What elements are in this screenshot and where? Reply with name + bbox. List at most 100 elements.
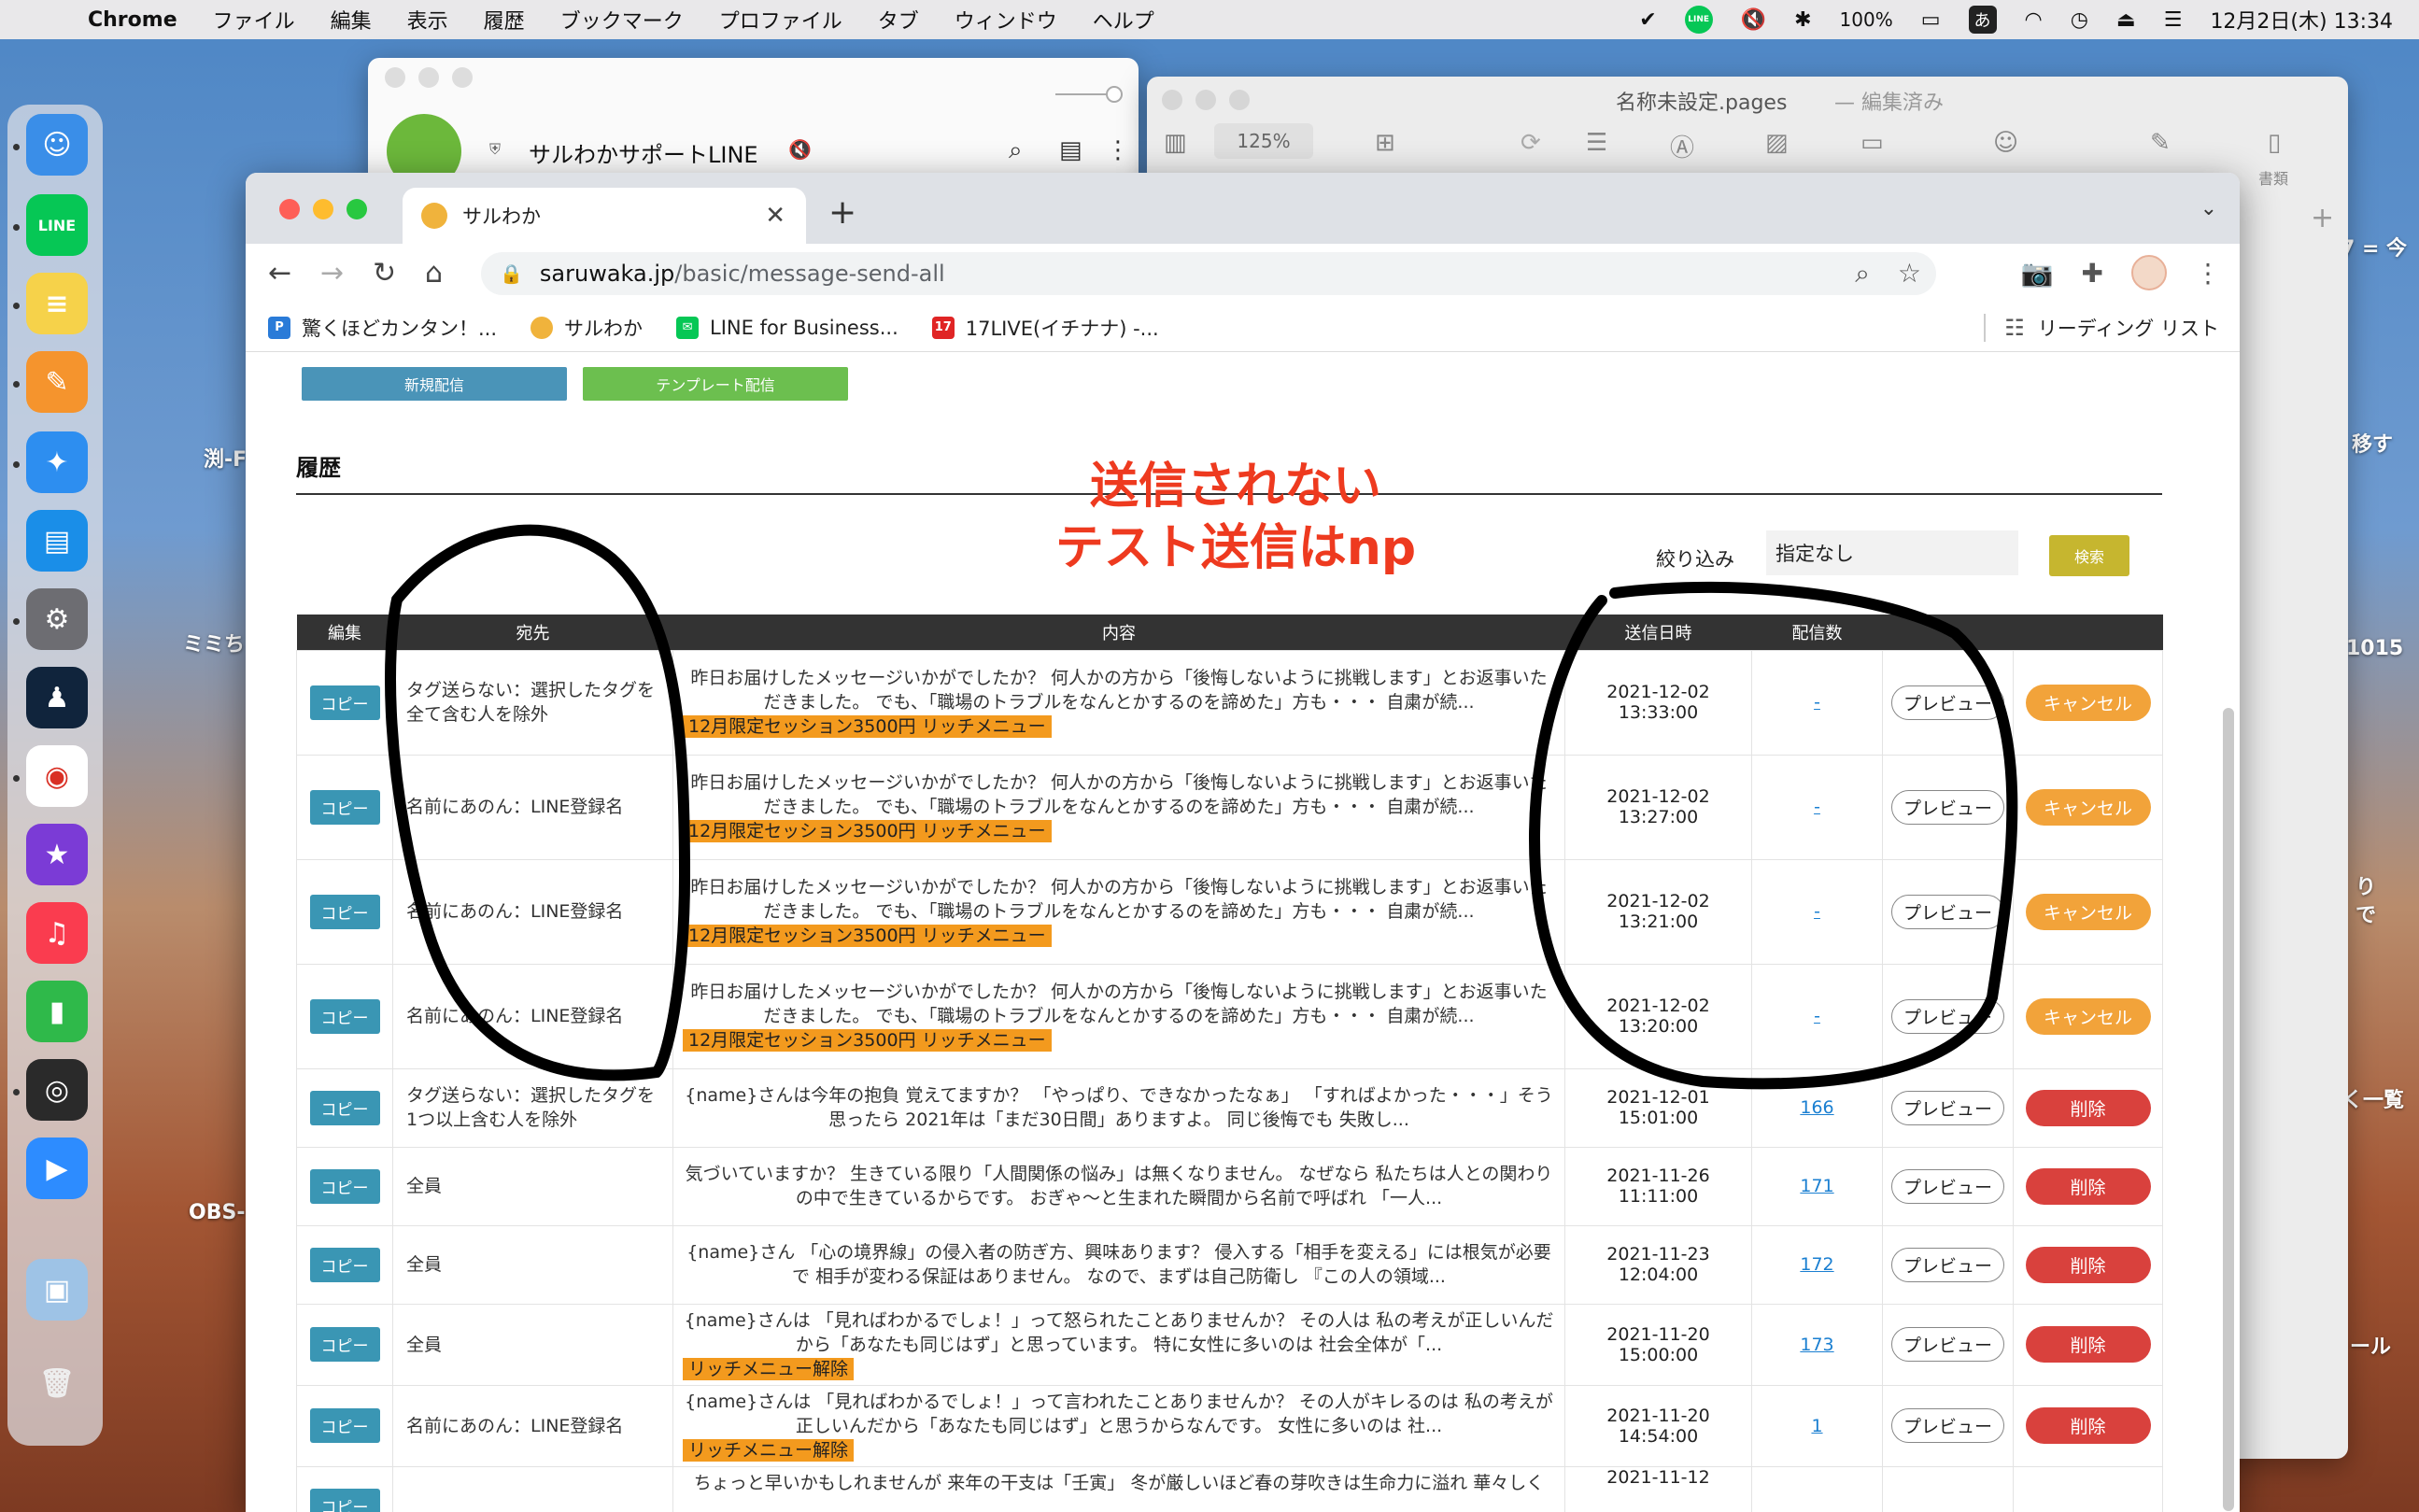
- delete-button[interactable]: 削除: [2025, 1407, 2151, 1444]
- zoom-window-button[interactable]: [347, 199, 367, 219]
- close-window-button[interactable]: [279, 199, 300, 219]
- search-icon[interactable]: ⌕: [1009, 136, 1023, 165]
- kindle-icon[interactable]: ♟: [26, 667, 88, 728]
- home-icon[interactable]: ⌂: [425, 257, 443, 290]
- preview-button[interactable]: プレビュー: [1890, 1090, 2004, 1125]
- forward-icon[interactable]: →: [320, 257, 344, 290]
- insert-icon[interactable]: ⟳: [1521, 129, 1541, 157]
- text-icon[interactable]: Ⓐ: [1670, 129, 1694, 163]
- delete-button[interactable]: 削除: [2025, 1326, 2151, 1363]
- keynote-icon[interactable]: ▤: [26, 510, 88, 572]
- count-link[interactable]: -: [1814, 901, 1820, 922]
- format-icon[interactable]: ✎: [2150, 129, 2171, 157]
- clock[interactable]: 12月2日(木) 13:34: [2210, 5, 2393, 35]
- comment-icon[interactable]: ▭: [1860, 129, 1884, 157]
- menu-window[interactable]: ウィンドウ: [955, 5, 1057, 35]
- copy-button[interactable]: コピー: [309, 894, 380, 929]
- menu-tab[interactable]: タブ: [878, 5, 919, 35]
- document-icon[interactable]: ▯: [2268, 129, 2281, 157]
- bookmark-item[interactable]: P 驚くほどカンタン！...: [268, 314, 497, 342]
- camera-icon[interactable]: 📷: [2021, 258, 2054, 289]
- count-link[interactable]: 171: [1800, 1176, 1833, 1196]
- count-link[interactable]: 172: [1800, 1254, 1833, 1275]
- delete-button[interactable]: 削除: [2025, 1246, 2151, 1283]
- address-bar[interactable]: 🔒 saruwaka.jp/basic/message-send-all ⌕ ☆: [481, 252, 1936, 295]
- zoom-window-button[interactable]: [452, 67, 473, 88]
- reading-list[interactable]: ☷ リーディング リスト: [1984, 313, 2219, 342]
- numbers-icon[interactable]: ▮: [26, 981, 88, 1042]
- preview-app-icon[interactable]: ▣: [26, 1259, 88, 1321]
- copy-button[interactable]: コピー: [309, 1247, 380, 1282]
- minimize-window-button[interactable]: [1195, 90, 1216, 110]
- bookmark-star-icon[interactable]: ☆: [1898, 258, 1921, 290]
- preview-button[interactable]: プレビュー: [1890, 998, 2004, 1034]
- bluetooth-icon[interactable]: ✱: [1794, 8, 1811, 32]
- media-icon[interactable]: ▨: [1765, 129, 1789, 157]
- reload-icon[interactable]: ↻: [373, 257, 396, 290]
- delete-button[interactable]: 削除: [2025, 1167, 2151, 1205]
- close-window-button[interactable]: [1162, 90, 1182, 110]
- filter-select[interactable]: [1766, 530, 2018, 575]
- copy-button[interactable]: コピー: [309, 1168, 380, 1204]
- zoom-dropdown[interactable]: 125%: [1214, 123, 1313, 159]
- line-status-icon[interactable]: LINE: [1684, 6, 1713, 34]
- count-link[interactable]: -: [1814, 1006, 1820, 1026]
- close-window-button[interactable]: [385, 67, 405, 88]
- count-link[interactable]: 166: [1800, 1097, 1833, 1118]
- copy-button[interactable]: コピー: [309, 1090, 380, 1125]
- new-tab-button[interactable]: +: [828, 193, 856, 232]
- preview-button[interactable]: プレビュー: [1890, 1168, 2004, 1204]
- zoom-icon[interactable]: ⌕: [1855, 258, 1870, 290]
- chrome-menu-icon[interactable]: ⋮: [2195, 258, 2221, 289]
- safari-icon[interactable]: ✦: [26, 431, 88, 493]
- count-link[interactable]: 173: [1800, 1335, 1833, 1355]
- menu-file[interactable]: ファイル: [213, 5, 295, 35]
- count-link[interactable]: -: [1814, 692, 1820, 713]
- lock-icon[interactable]: 🔒: [500, 262, 523, 285]
- menu-bookmarks[interactable]: ブックマーク: [560, 5, 684, 35]
- profile-avatar[interactable]: [2131, 255, 2167, 290]
- page-scrollbar[interactable]: [2223, 708, 2234, 1511]
- imovie-icon[interactable]: ★: [26, 824, 88, 885]
- preview-button[interactable]: プレビュー: [1890, 789, 2004, 825]
- minimize-window-button[interactable]: [313, 199, 333, 219]
- obs-icon[interactable]: ◎: [26, 1059, 88, 1121]
- add-page-icon[interactable]: ⊞: [1375, 129, 1395, 157]
- menu-profiles[interactable]: プロファイル: [719, 5, 842, 35]
- menu-app-name[interactable]: Chrome: [88, 8, 177, 32]
- notes-icon[interactable]: ▤: [1059, 136, 1082, 164]
- table-icon[interactable]: ☰: [1586, 129, 1607, 157]
- finder-icon[interactable]: ☺: [26, 114, 88, 176]
- slider-knob[interactable]: [1106, 86, 1123, 103]
- menu-edit[interactable]: 編集: [331, 5, 372, 35]
- trash-icon[interactable]: 🗑: [26, 1352, 88, 1414]
- copy-button[interactable]: コピー: [309, 1408, 380, 1443]
- bookmark-item[interactable]: サルわか: [530, 314, 643, 342]
- count-link[interactable]: 1: [1811, 1416, 1822, 1436]
- minimize-window-button[interactable]: [418, 67, 439, 88]
- close-tab-icon[interactable]: ✕: [765, 202, 785, 230]
- time-machine-icon[interactable]: ◷: [2071, 8, 2088, 32]
- sidebar-toggle-icon[interactable]: ▥: [1164, 129, 1187, 157]
- pages-icon[interactable]: ✎: [26, 351, 88, 413]
- cancel-button[interactable]: キャンセル: [2025, 684, 2151, 721]
- new-broadcast-button[interactable]: 新規配信: [302, 367, 567, 401]
- mute-icon[interactable]: 🔇: [1741, 8, 1766, 32]
- control-center-icon[interactable]: ☰: [2164, 8, 2183, 32]
- line-app-icon[interactable]: LINE: [26, 194, 88, 256]
- wifi-icon[interactable]: ◠: [2025, 8, 2043, 32]
- battery-icon[interactable]: ▭: [1921, 8, 1941, 32]
- menu-history[interactable]: 履歴: [484, 5, 525, 35]
- cancel-button[interactable]: キャンセル: [2025, 893, 2151, 930]
- copy-button[interactable]: コピー: [309, 998, 380, 1034]
- preview-button[interactable]: プレビュー: [1890, 1247, 2004, 1282]
- template-broadcast-button[interactable]: テンプレート配信: [583, 367, 848, 401]
- extensions-icon[interactable]: ✚: [2082, 258, 2103, 289]
- menu-help[interactable]: ヘルプ: [1093, 5, 1154, 35]
- tab-saruwaka[interactable]: サルわか ✕: [403, 188, 806, 244]
- copy-button[interactable]: コピー: [309, 685, 380, 720]
- tab-search-chevron-icon[interactable]: ⌄: [2200, 197, 2217, 220]
- checkmark-status-icon[interactable]: ✔: [1639, 8, 1656, 32]
- preview-button[interactable]: プレビュー: [1890, 1327, 2004, 1362]
- count-link[interactable]: -: [1814, 797, 1820, 817]
